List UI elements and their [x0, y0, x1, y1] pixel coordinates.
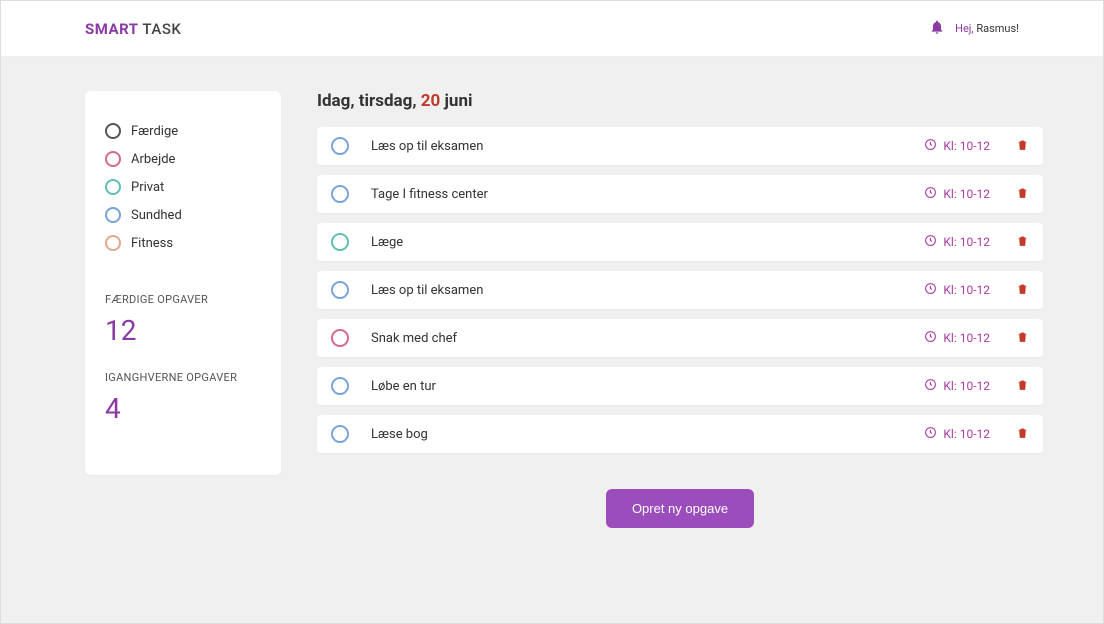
trash-icon[interactable]: [1016, 185, 1029, 204]
stats-label: FÆRDIGE OPGAVER: [105, 293, 261, 306]
stats-block: FÆRDIGE OPGAVER 12: [105, 293, 261, 347]
task-title: Læge: [371, 235, 924, 250]
category-item[interactable]: Sundhed: [105, 201, 261, 229]
create-task-button[interactable]: Opret ny opgave: [606, 489, 754, 528]
clock-icon: [924, 234, 937, 250]
clock-icon: [924, 378, 937, 394]
greeting-name: Rasmus!: [976, 22, 1019, 35]
task-time: Kl: 10-12: [924, 426, 990, 442]
task-time-text: Kl: 10-12: [943, 139, 990, 153]
task-time-text: Kl: 10-12: [943, 379, 990, 393]
task-time: Kl: 10-12: [924, 138, 990, 154]
task-time: Kl: 10-12: [924, 234, 990, 250]
logo: SMART TASK: [85, 20, 181, 38]
task-checkbox[interactable]: [331, 185, 349, 203]
task-row: Tage I fitness center Kl: 10-12: [317, 175, 1043, 213]
stats-block: IGANGHVERNE OPGAVER 4: [105, 371, 261, 425]
clock-icon: [924, 330, 937, 346]
category-circle-icon: [105, 151, 121, 167]
task-title: Læs op til eksamen: [371, 283, 924, 298]
stats-label: IGANGHVERNE OPGAVER: [105, 371, 261, 384]
logo-strong: SMART: [85, 20, 139, 38]
task-time: Kl: 10-12: [924, 186, 990, 202]
category-circle-icon: [105, 207, 121, 223]
logo-light: TASK: [139, 20, 182, 38]
category-label: Sundhed: [131, 208, 182, 223]
main: Idag, tirsdag, 20 juni Læs op til eksame…: [317, 91, 1043, 528]
task-checkbox[interactable]: [331, 329, 349, 347]
category-item[interactable]: Privat: [105, 173, 261, 201]
task-checkbox[interactable]: [331, 137, 349, 155]
category-item[interactable]: Arbejde: [105, 145, 261, 173]
task-time: Kl: 10-12: [924, 378, 990, 394]
category-label: Privat: [131, 180, 164, 195]
trash-icon[interactable]: [1016, 233, 1029, 252]
task-title: Læse bog: [371, 427, 924, 442]
create-button-wrap: Opret ny opgave: [317, 489, 1043, 528]
task-row: Læs op til eksamen Kl: 10-12: [317, 271, 1043, 309]
task-checkbox[interactable]: [331, 377, 349, 395]
task-row: Løbe en tur Kl: 10-12: [317, 367, 1043, 405]
task-title: Snak med chef: [371, 331, 924, 346]
topbar: SMART TASK Hej, Rasmus!: [1, 1, 1103, 57]
sidebar: Færdige Arbejde Privat Sundhed Fitness FÆRDI…: [85, 91, 281, 475]
task-row: Snak med chef Kl: 10-12: [317, 319, 1043, 357]
task-checkbox[interactable]: [331, 281, 349, 299]
date-num: 20: [421, 91, 441, 111]
date-prefix: Idag, tirsdag,: [317, 91, 421, 111]
category-label: Færdige: [131, 124, 178, 139]
task-time-text: Kl: 10-12: [943, 283, 990, 297]
task-list: Læs op til eksamenKl: 10-12Tage I fitnes…: [317, 127, 1043, 453]
greeting-prefix: Hej,: [955, 22, 976, 35]
trash-icon[interactable]: [1016, 281, 1029, 300]
task-time: Kl: 10-12: [924, 282, 990, 298]
category-item[interactable]: Færdige: [105, 117, 261, 145]
date-suffix: juni: [440, 91, 472, 111]
task-title: Læs op til eksamen: [371, 139, 924, 154]
stats-value: 4: [105, 392, 261, 425]
category-label: Fitness: [131, 236, 173, 251]
task-time-text: Kl: 10-12: [943, 331, 990, 345]
category-circle-icon: [105, 179, 121, 195]
trash-icon[interactable]: [1016, 329, 1029, 348]
task-title: Løbe en tur: [371, 379, 924, 394]
stats: FÆRDIGE OPGAVER 12 IGANGHVERNE OPGAVER 4: [105, 293, 261, 425]
category-circle-icon: [105, 235, 121, 251]
task-time-text: Kl: 10-12: [943, 235, 990, 249]
trash-icon[interactable]: [1016, 377, 1029, 396]
trash-icon[interactable]: [1016, 425, 1029, 444]
clock-icon: [924, 186, 937, 202]
task-time: Kl: 10-12: [924, 330, 990, 346]
clock-icon: [924, 426, 937, 442]
category-list: Færdige Arbejde Privat Sundhed Fitness: [105, 117, 261, 257]
content: Færdige Arbejde Privat Sundhed Fitness FÆRDI…: [1, 57, 1103, 528]
task-checkbox[interactable]: [331, 425, 349, 443]
bell-icon[interactable]: [929, 19, 945, 39]
task-time-text: Kl: 10-12: [943, 187, 990, 201]
task-checkbox[interactable]: [331, 233, 349, 251]
greeting: Hej, Rasmus!: [955, 22, 1019, 35]
clock-icon: [924, 282, 937, 298]
user-area: Hej, Rasmus!: [929, 19, 1019, 39]
trash-icon[interactable]: [1016, 137, 1029, 156]
task-row: Læs op til eksamen Kl: 10-12: [317, 127, 1043, 165]
category-label: Arbejde: [131, 152, 175, 167]
task-row: Læge Kl: 10-12: [317, 223, 1043, 261]
category-circle-icon: [105, 123, 121, 139]
task-row: Læse bog Kl: 10-12: [317, 415, 1043, 453]
clock-icon: [924, 138, 937, 154]
stats-value: 12: [105, 314, 261, 347]
task-time-text: Kl: 10-12: [943, 427, 990, 441]
task-title: Tage I fitness center: [371, 187, 924, 202]
date-title: Idag, tirsdag, 20 juni: [317, 91, 1043, 111]
category-item[interactable]: Fitness: [105, 229, 261, 257]
